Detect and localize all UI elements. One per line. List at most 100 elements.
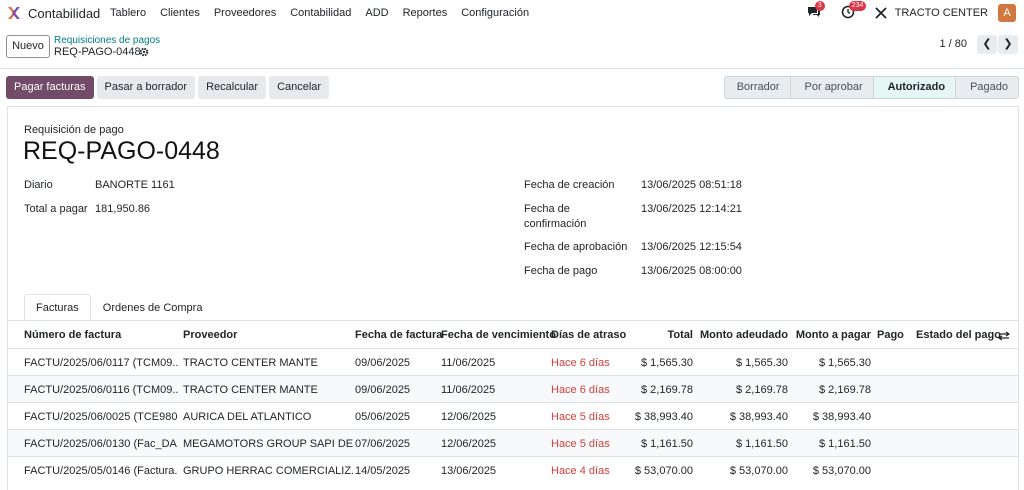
status-bar: Borrador Por aprobar Autorizado Pagado — [723, 76, 1019, 99]
cell-amount-due: $ 38,993.40 — [729, 411, 788, 423]
activities-badge: 234 — [848, 1, 867, 11]
stage-borrador[interactable]: Borrador — [724, 77, 790, 98]
new-button[interactable]: Nuevo — [6, 35, 50, 58]
cell-invoice: FACTU/2025/06/0117 (TCM09... — [24, 357, 178, 369]
tab-ordenes-de-compra[interactable]: Ordenes de Compra — [91, 294, 215, 321]
menu-item-contabilidad[interactable]: Contabilidad — [290, 7, 351, 19]
journal-value[interactable]: BANORTE 1161 — [95, 179, 175, 191]
main-menu: Tablero Clientes Proveedores Contabilida… — [110, 7, 529, 19]
col-fecha-factura[interactable]: Fecha de factura — [355, 329, 442, 341]
activities-button[interactable]: 234 — [841, 1, 867, 21]
pager-previous-button[interactable]: ❮ — [977, 35, 997, 54]
set-to-draft-button[interactable]: Pasar a borrador — [96, 76, 196, 99]
cell-overdue: Hace 6 días — [551, 357, 610, 369]
cell-overdue: Hace 5 días — [551, 411, 610, 423]
user-avatar[interactable]: A — [998, 4, 1016, 22]
stage-pagado[interactable]: Pagado — [955, 77, 1018, 98]
cell-total: $ 1,161.50 — [641, 438, 693, 450]
creation-date-value[interactable]: 13/06/2025 08:51:18 — [641, 179, 742, 191]
cell-vendor: TRACTO CENTER MANTE — [183, 384, 318, 396]
col-dias-atraso[interactable]: Días de atraso — [551, 329, 626, 341]
stage-por-aprobar[interactable]: Por aprobar — [789, 77, 873, 98]
col-pago[interactable]: Pago — [877, 329, 904, 341]
cell-invoice-date: 14/05/2025 — [355, 465, 411, 477]
col-proveedor[interactable]: Proveedor — [183, 329, 237, 341]
notebook-tabs: Facturas Ordenes de Compra — [24, 294, 214, 321]
cell-amount-due: $ 1,565.30 — [736, 357, 788, 369]
cell-amount-to-pay: $ 1,161.50 — [819, 438, 871, 450]
cell-overdue: Hace 6 días — [551, 384, 610, 396]
company-switcher[interactable]: TRACTO CENTER — [895, 7, 988, 19]
cell-total: $ 53,070.00 — [634, 465, 693, 477]
cell-vendor: TRACTO CENTER MANTE — [183, 357, 318, 369]
accounting-app-icon[interactable] — [7, 6, 21, 20]
col-estado-pago[interactable]: Estado del pago — [916, 329, 1001, 341]
pager-value[interactable]: 1 / 80 — [939, 38, 967, 50]
cell-total: $ 38,993.40 — [634, 411, 693, 423]
cell-amount-due: $ 2,169.78 — [736, 384, 788, 396]
confirmation-date-label: Fecha de confirmación — [524, 203, 587, 230]
table-row[interactable]: FACTU/2025/06/0025 (TCE980... AURICA DEL… — [8, 402, 1018, 429]
cell-total: $ 2,169.78 — [641, 384, 693, 396]
col-fecha-vencimiento[interactable]: Fecha de vencimiento — [441, 329, 556, 341]
cell-invoice-date: 05/06/2025 — [355, 411, 411, 423]
tools-icon[interactable] — [875, 7, 887, 19]
approval-date-label: Fecha de aprobación — [524, 241, 628, 253]
cell-overdue: Hace 4 días — [551, 465, 610, 477]
payment-date-value[interactable]: 13/06/2025 08:00:00 — [641, 265, 742, 277]
cell-invoice: FACTU/2025/06/0130 (Fac_DA... — [24, 438, 178, 450]
cell-amount-to-pay: $ 2,169.78 — [819, 384, 871, 396]
journal-label: Diario — [24, 179, 53, 191]
record-title: REQ-PAGO-0448 — [23, 137, 220, 165]
cell-due-date: 12/06/2025 — [441, 438, 497, 450]
record-type-label: Requisición de pago — [24, 124, 124, 136]
creation-date-label: Fecha de creación — [524, 179, 615, 191]
recalculate-button[interactable]: Recalcular — [198, 76, 267, 99]
pay-invoices-button[interactable]: Pagar facturas — [6, 76, 94, 99]
table-row[interactable]: FACTU/2025/06/0130 (Fac_DA... MEGAMOTORS… — [8, 429, 1018, 456]
menu-item-tablero[interactable]: Tablero — [110, 7, 146, 19]
column-settings-icon[interactable] — [998, 330, 1010, 342]
total-value[interactable]: 181,950.86 — [95, 203, 150, 215]
col-numero-factura[interactable]: Número de factura — [24, 329, 121, 341]
col-total[interactable]: Total — [630, 329, 693, 341]
payment-date-label: Fecha de pago — [524, 265, 598, 277]
tab-facturas[interactable]: Facturas — [24, 294, 91, 321]
cell-invoice-date: 07/06/2025 — [355, 438, 411, 450]
cancel-button[interactable]: Cancelar — [269, 76, 330, 99]
table-row[interactable]: FACTU/2025/06/0116 (TCM09... TRACTO CENT… — [8, 375, 1018, 402]
breadcrumb-current: REQ-PAGO-0448 — [54, 46, 141, 58]
col-monto-adeudado[interactable]: Monto adeudado — [700, 329, 788, 341]
approval-date-value[interactable]: 13/06/2025 12:15:54 — [641, 241, 742, 253]
stage-autorizado[interactable]: Autorizado — [872, 77, 956, 98]
systray: 3 234 TRACTO CENTER A — [807, 1, 1016, 22]
cell-amount-to-pay: $ 53,070.00 — [812, 465, 871, 477]
cell-invoice-date: 09/06/2025 — [355, 357, 411, 369]
cell-amount-due: $ 53,070.00 — [729, 465, 788, 477]
cell-amount-to-pay: $ 1,565.30 — [819, 357, 871, 369]
col-monto-pagar[interactable]: Monto a pagar — [795, 329, 871, 341]
menu-item-add[interactable]: ADD — [365, 7, 388, 19]
top-navbar: Contabilidad Tablero Clientes Proveedore… — [0, 0, 1024, 26]
app-name[interactable]: Contabilidad — [28, 6, 100, 21]
menu-item-configuracion[interactable]: Configuración — [461, 7, 529, 19]
divider — [0, 68, 1024, 69]
divider — [8, 320, 1018, 321]
menu-item-reportes[interactable]: Reportes — [403, 7, 448, 19]
messages-button[interactable]: 3 — [807, 1, 825, 21]
table-row[interactable]: FACTU/2025/06/0117 (TCM09... TRACTO CENT… — [8, 348, 1018, 375]
menu-item-clientes[interactable]: Clientes — [160, 7, 200, 19]
cell-due-date: 13/06/2025 — [441, 465, 497, 477]
cell-invoice: FACTU/2025/06/0116 (TCM09... — [24, 384, 178, 396]
gear-icon[interactable] — [139, 47, 149, 57]
cell-overdue: Hace 5 días — [551, 438, 610, 450]
cell-amount-to-pay: $ 38,993.40 — [812, 411, 871, 423]
action-buttons: Pagar facturas Pasar a borrador Recalcul… — [6, 76, 330, 99]
breadcrumb-parent[interactable]: Requisiciones de pagos — [54, 35, 160, 46]
messages-badge: 3 — [814, 1, 825, 11]
cell-due-date: 11/06/2025 — [441, 384, 496, 396]
confirmation-date-value[interactable]: 13/06/2025 12:14:21 — [641, 203, 742, 215]
menu-item-proveedores[interactable]: Proveedores — [214, 7, 276, 19]
table-row[interactable]: FACTU/2025/05/0146 (Factura... GRUPO HER… — [8, 456, 1018, 483]
pager-next-button[interactable]: ❯ — [998, 35, 1018, 54]
